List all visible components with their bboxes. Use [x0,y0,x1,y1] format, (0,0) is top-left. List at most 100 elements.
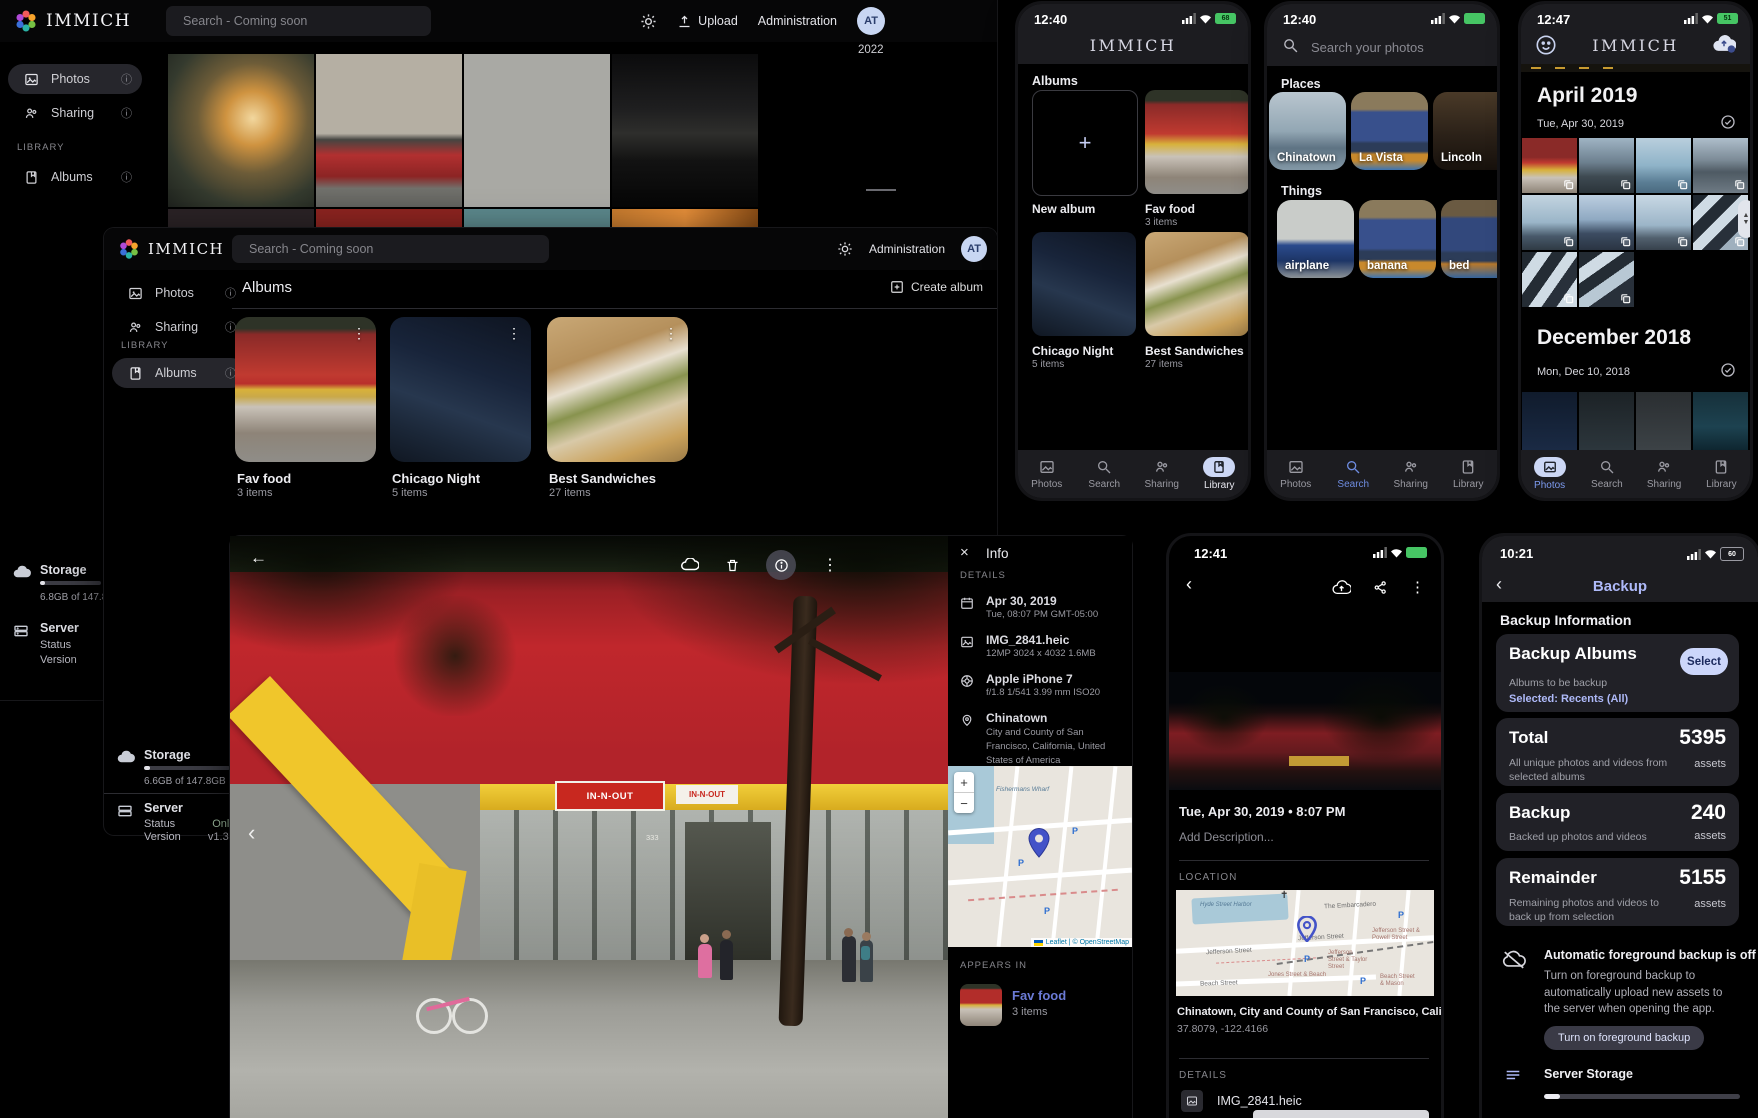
photo-tile[interactable] [1636,195,1691,250]
appears-in-thumbnail[interactable] [960,984,1002,1026]
place-card-chinatown[interactable]: Chinatown [1269,92,1346,170]
menu-dots-icon[interactable]: ⋮ [1410,578,1425,596]
album-name[interactable]: Best Sandwiches [549,471,656,486]
close-icon[interactable]: × [960,544,969,561]
upload-button[interactable]: Upload [677,14,738,29]
photo-tile[interactable] [1693,138,1748,193]
cloud-upload-icon[interactable] [681,558,699,572]
chevron-left-icon[interactable]: ‹ [248,820,255,846]
scrollbar-thumb[interactable]: ▲▼ [1738,200,1750,238]
place-card-lincoln[interactable]: Lincoln [1433,92,1497,170]
info-icon[interactable]: ⓘ [121,105,132,121]
description-input[interactable]: Add Description... [1179,830,1274,844]
detail-date[interactable]: Apr 30, 2019 [986,594,1057,608]
nav-search[interactable]: Search [1076,458,1134,490]
photo-tile[interactable] [1522,392,1577,450]
sidebar-item-sharing[interactable]: Sharingⓘ [112,312,246,342]
theme-toggle-sun-icon[interactable] [837,241,853,257]
map-attribution[interactable]: Leaflet | © OpenStreetMap [1031,938,1132,947]
album-card-fav-food[interactable] [1145,90,1248,194]
info-icon[interactable]: ⓘ [225,285,236,301]
menu-dots-icon[interactable]: ⋮ [507,325,521,342]
album-card-chicago-night[interactable] [1032,232,1136,336]
zoom-out-button[interactable]: − [954,793,974,813]
sidebar-item-photos[interactable]: Photosⓘ [8,64,142,94]
photo-viewer[interactable]: IN-N-OUT IN-N-OUT 333 ← [230,536,948,1118]
turn-on-backup-button[interactable]: Turn on foreground backup [1544,1026,1704,1050]
new-album-card[interactable]: + [1032,90,1138,196]
photo-tile[interactable] [1579,195,1634,250]
check-circle-icon[interactable] [1720,114,1736,130]
sidebar-item-sharing[interactable]: Sharingⓘ [8,98,142,128]
avatar[interactable]: AT [857,7,885,35]
check-circle-icon[interactable] [1720,362,1736,378]
album-card-fav-food[interactable]: ⋮ [235,317,376,462]
album-card-best-sandwiches[interactable]: ⋮ [547,317,688,462]
search-input[interactable]: Search - Coming soon [166,6,431,36]
nav-photos-active[interactable]: Photos [1521,457,1578,491]
info-toggle-active[interactable] [766,550,796,580]
appears-in-album-link[interactable]: Fav food [1012,988,1066,1003]
location-map[interactable]: Hyde Street Harbor The Embarcadero Jeffe… [1176,890,1434,996]
nav-photos[interactable]: Photos [1267,458,1325,490]
thing-card-bed[interactable]: bed [1441,200,1497,278]
photo-tile[interactable] [1636,138,1691,193]
nav-sharing[interactable]: Sharing [1382,458,1440,490]
detail-location[interactable]: Chinatown [986,711,1047,725]
sidebar-item-albums[interactable]: Albumsⓘ [8,162,142,192]
select-button[interactable]: Select [1680,648,1728,675]
nav-sharing[interactable]: Sharing [1133,458,1191,490]
create-album-button[interactable]: Create album [890,280,983,294]
thing-card-airplane[interactable]: airplane [1277,200,1354,278]
cloud-upload-icon[interactable] [1332,580,1351,595]
administration-link[interactable]: Administration [758,14,837,28]
nav-library[interactable]: Library [1440,458,1498,490]
immich-logo[interactable]: IMMICH [0,8,131,34]
sidebar-item-photos[interactable]: Photosⓘ [112,278,246,308]
timeline-scrubber[interactable] [866,189,896,191]
place-card-la-vista[interactable]: La Vista [1351,92,1428,170]
photo-tile[interactable] [1522,195,1577,250]
search-input[interactable]: Search your photos [1311,40,1424,55]
nav-library-active[interactable]: Library [1191,457,1249,491]
photo-blue-car[interactable] [464,54,610,207]
photo-tile[interactable] [1522,252,1577,307]
sidebar-item-albums[interactable]: Albumsⓘ [112,358,246,388]
photo-tile[interactable] [1579,392,1634,450]
photo-viewer[interactable] [1169,672,1441,790]
trash-icon[interactable] [725,558,740,573]
avatar[interactable]: AT [961,236,987,262]
theme-toggle-sun-icon[interactable] [640,13,657,30]
photo-tile[interactable] [1693,392,1748,450]
photo-tile[interactable] [1522,138,1577,193]
nav-library[interactable]: Library [1693,458,1750,490]
photo-muscle-car[interactable] [168,54,314,207]
photo-red-car[interactable] [316,54,462,207]
share-icon[interactable] [1373,580,1388,595]
menu-dots-icon[interactable]: ⋮ [664,325,678,342]
back-chevron-icon[interactable]: ‹ [1186,574,1192,595]
info-icon[interactable]: ⓘ [121,71,132,87]
photo-tile[interactable] [1579,138,1634,193]
info-icon[interactable]: ⓘ [121,169,132,185]
nav-sharing[interactable]: Sharing [1636,458,1693,490]
nav-search-active[interactable]: Search [1325,458,1383,490]
administration-link[interactable]: Administration [869,242,945,256]
menu-dots-icon[interactable]: ⋮ [822,555,838,575]
search-input[interactable]: Search - Coming soon [232,235,549,263]
thing-card-banana[interactable]: banana [1359,200,1436,278]
back-arrow-icon[interactable]: ← [250,548,267,568]
nav-search[interactable]: Search [1578,458,1635,490]
menu-dots-icon[interactable]: ⋮ [352,325,366,342]
photo-garage-car[interactable] [612,54,758,207]
album-card-best-sandwiches[interactable] [1145,232,1248,336]
immich-logo[interactable]: IMMICH [104,237,224,261]
photo-tile[interactable] [1636,392,1691,450]
nav-photos[interactable]: Photos [1018,458,1076,490]
zoom-in-button[interactable]: + [954,772,974,793]
album-card-chicago-night[interactable]: ⋮ [390,317,531,462]
album-name[interactable]: Fav food [237,471,291,486]
album-name[interactable]: Chicago Night [392,471,480,486]
photo-tile[interactable] [1579,252,1634,307]
backup-cloud-icon[interactable] [1712,34,1736,53]
